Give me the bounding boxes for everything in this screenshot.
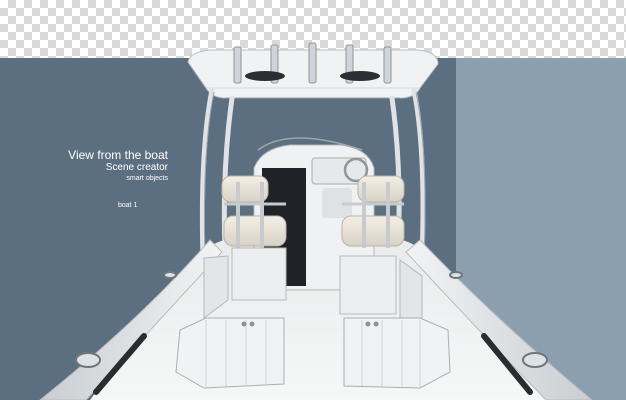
- t-top-canopy: [187, 42, 439, 99]
- caption-small: smart objects: [126, 175, 168, 182]
- boat-tag: boat 1: [118, 202, 138, 209]
- storage-box-left: [175, 317, 285, 389]
- boat-render: [39, 42, 593, 400]
- caption-block: View from the boat Scene creator smart o…: [48, 148, 168, 183]
- storage-box-right: [343, 317, 451, 389]
- caption-title: View from the boat: [68, 148, 168, 162]
- caption-subtitle: Scene creator: [105, 162, 168, 173]
